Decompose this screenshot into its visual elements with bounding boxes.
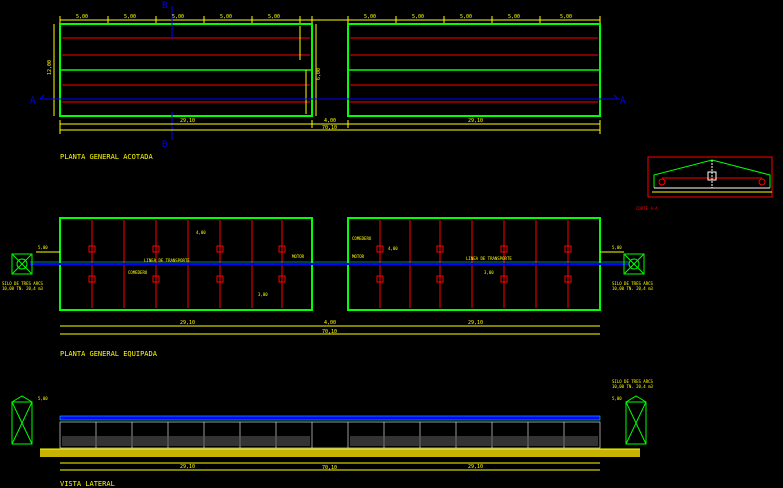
title-side-view: VISTA LATERAL [60, 480, 115, 488]
dim-bay-1: 5,00 [76, 14, 88, 20]
motor-left-label: MOTOR [292, 254, 305, 259]
title-plan-equipped: PLANTA GENERAL EQUIPADA [60, 350, 158, 358]
dim-side-offset-left: 5,00 [38, 396, 48, 401]
title-plan-dimensioned: PLANTA GENERAL ACOTADA [60, 153, 154, 161]
linea-left-label: LINEA DE TRANSPORTE [144, 258, 190, 263]
dim-total: 70,10 [322, 125, 337, 131]
dim-gap: 4,00 [324, 118, 336, 124]
silo-side-label-2: 10,00 TN. 20,4 m3 [612, 384, 654, 389]
dim-bay-4: 5,00 [220, 14, 232, 20]
plan-dimensioned: 5,00 5,00 5,00 5,00 5,00 5,00 5,00 5,00 … [30, 1, 626, 161]
cad-drawing: 5,00 5,00 5,00 5,00 5,00 5,00 5,00 5,00 … [2, 1, 773, 488]
section-mark-right: A [620, 96, 626, 106]
silo-left-label-2: 10,00 TN. 20,4 m3 [2, 286, 44, 291]
dim-block-right-2: 29,10 [468, 320, 483, 326]
dim-sample-d: 3,00 [484, 270, 494, 275]
motor-right-label: MOTOR [352, 254, 365, 259]
section-title: CORTE A-A [636, 206, 658, 211]
plan-equipped: SILO DE TRES ARCS 10,00 TN. 20,4 m3 SILO… [2, 217, 654, 358]
dim-bay-2: 5,00 [124, 14, 136, 20]
dim-sample-b: 3,00 [258, 292, 268, 297]
dim-block-left-3: 29,10 [180, 464, 195, 470]
section-mark-top: B [162, 1, 167, 11]
roof [59, 415, 601, 421]
dim-side-offset-right: 5,00 [612, 396, 622, 401]
silo-right-label-2: 10,00 TN. 20,4 m3 [612, 286, 654, 291]
dim-bay-6: 5,00 [364, 14, 376, 20]
section-detail: CORTE A-A [636, 156, 773, 211]
dim-total-3: 70,10 [322, 465, 337, 471]
dim-gap-2: 4,00 [324, 320, 336, 326]
silo-left-plan [11, 253, 33, 275]
dim-width-left: 12,00 [47, 60, 53, 75]
section-mark-bottom: B [162, 140, 167, 150]
dim-block-left: 29,10 [180, 118, 195, 124]
dim-sample-c: 4,00 [388, 246, 398, 251]
dim-block-right-3: 29,10 [468, 464, 483, 470]
ground [40, 449, 640, 457]
comedero-left-label: COMEDERO [128, 270, 148, 275]
dim-bay-5: 5,00 [268, 14, 280, 20]
dim-motor-offset-left: 5,00 [38, 245, 48, 250]
dim-motor-offset-right: 5,00 [612, 245, 622, 250]
section-mark-left: A [30, 96, 36, 106]
dim-block-right: 29,10 [468, 118, 483, 124]
dim-bay-3: 5,00 [172, 14, 184, 20]
linea-right-label: LINEA DE TRANSPORTE [466, 256, 512, 261]
dim-sample-a: 4,00 [196, 230, 206, 235]
dim-bay-10: 5,00 [560, 14, 572, 20]
silo-right-elevation [625, 395, 647, 445]
dim-bay-9: 5,00 [508, 14, 520, 20]
dim-bay-8: 5,00 [460, 14, 472, 20]
silo-left-elevation [11, 395, 33, 445]
side-view: 29,10 29,10 70,10 SILO DE TRES ARCS 10,0… [11, 379, 654, 488]
dim-bay-7: 5,00 [412, 14, 424, 20]
dim-block-left-2: 29,10 [180, 320, 195, 326]
comedero-right-label: COMEDERO [352, 236, 372, 241]
dim-half-width: 6,00 [316, 68, 322, 80]
dim-total-2: 70,10 [322, 329, 337, 335]
